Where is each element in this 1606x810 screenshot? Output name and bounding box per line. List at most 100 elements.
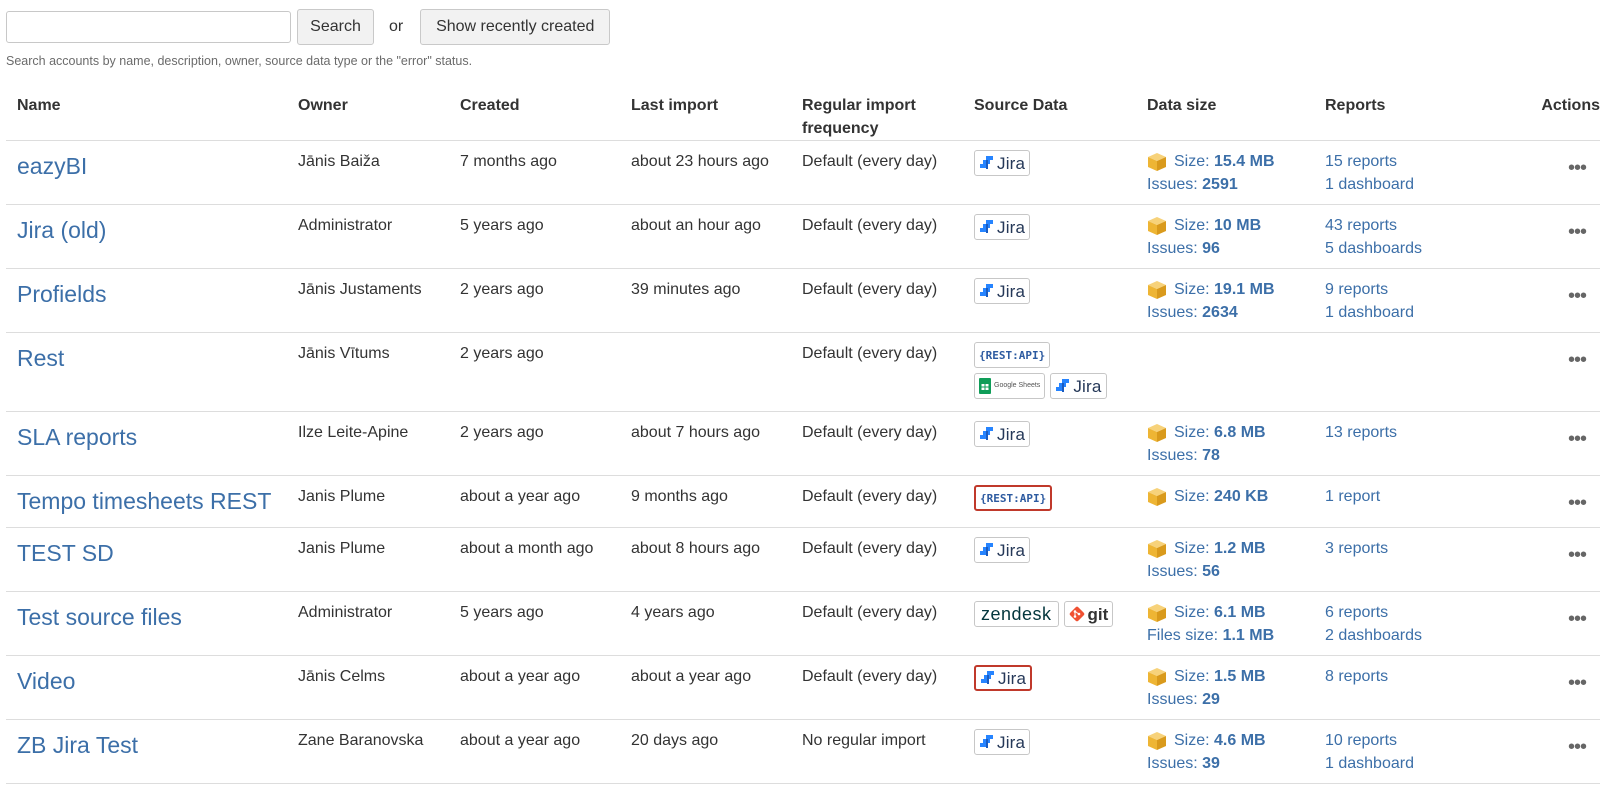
source-data: Jira	[974, 528, 1124, 563]
dashboards-link[interactable]: 1 dashboard	[1325, 173, 1480, 196]
source-data: Jira	[974, 720, 1124, 755]
size-value: 6.8 MB	[1214, 424, 1266, 441]
reports-link[interactable]: 3 reports	[1325, 537, 1480, 560]
size-label: Size:	[1174, 217, 1210, 234]
search-input[interactable]	[6, 11, 291, 43]
dashboards-link[interactable]: 1 dashboard	[1325, 301, 1480, 324]
source-badge-jira[interactable]: Jira	[974, 278, 1031, 304]
table-row: Jira (old) Administrator 5 years ago about …	[6, 204, 1600, 269]
ellipsis-icon[interactable]: •••	[1480, 333, 1600, 372]
import-frequency: Default (every day)	[802, 424, 938, 441]
source-badge-jira[interactable]: Jira	[974, 665, 1033, 691]
jira-logo-icon	[980, 543, 993, 556]
data-count: Issues: 39	[1147, 752, 1325, 775]
table-row: Rest Jānis Vītums 2 years ago Default (ever…	[6, 332, 1600, 412]
account-name-link[interactable]: eazyBI	[17, 152, 87, 180]
source-badge-jira[interactable]: Jira	[974, 150, 1031, 176]
source-badge-rest-api[interactable]: {REST:API}	[974, 342, 1051, 368]
account-name-link[interactable]: ZB Jira Test	[17, 731, 138, 759]
ellipsis-icon[interactable]: •••	[1480, 592, 1600, 631]
table-row: eazyBI Jānis Baiža 7 months ago about 23 ho…	[6, 140, 1600, 205]
search-toolbar: Search or Show recently created	[6, 9, 611, 45]
reports-link[interactable]: 8 reports	[1325, 665, 1480, 688]
last-import: 20 days ago	[631, 732, 719, 749]
column-header-owner[interactable]: Owner	[298, 84, 460, 141]
import-frequency: Default (every day)	[802, 540, 938, 557]
ellipsis-icon[interactable]: •••	[1480, 476, 1600, 515]
reports-link[interactable]: 13 reports	[1325, 421, 1480, 444]
column-header-created[interactable]: Created	[460, 84, 631, 141]
dashboards-link[interactable]: 5 dashboards	[1325, 237, 1480, 260]
account-name-link[interactable]: TEST SD	[17, 539, 114, 567]
reports-link[interactable]: 1 report	[1325, 485, 1480, 508]
count-label: Issues:	[1147, 691, 1198, 708]
ellipsis-icon[interactable]: •••	[1480, 412, 1600, 451]
data-size: Size: 6.1 MB	[1147, 601, 1325, 624]
account-name-link[interactable]: Jira (old)	[17, 216, 106, 244]
data-count: Issues: 2634	[1147, 301, 1325, 324]
source-badge-git[interactable]: git	[1063, 601, 1114, 627]
data-size: Size: 1.5 MB	[1147, 665, 1325, 688]
size-value: 1.2 MB	[1214, 540, 1266, 557]
source-badge-jira[interactable]: Jira	[974, 537, 1031, 563]
source-badge-jira[interactable]: Jira	[974, 214, 1031, 240]
source-data: Jira	[974, 141, 1124, 176]
account-name-link[interactable]: Rest	[17, 344, 64, 372]
size-label: Size:	[1174, 732, 1210, 749]
dashboards-link[interactable]: 2 dashboards	[1325, 624, 1480, 647]
cube-icon	[1148, 423, 1166, 442]
account-name-link[interactable]: Profields	[17, 280, 106, 308]
source-badge-jira[interactable]: Jira	[974, 729, 1031, 755]
count-value: 2591	[1202, 176, 1238, 193]
ellipsis-icon[interactable]: •••	[1480, 269, 1600, 308]
or-label: or	[389, 18, 404, 35]
source-badge-jira[interactable]: Jira	[1050, 373, 1107, 399]
reports-link[interactable]: 43 reports	[1325, 214, 1480, 237]
account-name-link[interactable]: Video	[17, 667, 75, 695]
reports-link[interactable]: 15 reports	[1325, 150, 1480, 173]
source-badge-label: Jira	[998, 668, 1027, 688]
google-sheets-icon	[979, 378, 991, 394]
last-import: about a year ago	[631, 668, 752, 685]
source-badge-label: Google Sheets	[994, 382, 1041, 389]
created: 7 months ago	[460, 153, 557, 170]
reports-link[interactable]: 10 reports	[1325, 729, 1480, 752]
column-header-name[interactable]: Name	[6, 84, 298, 141]
count-label: Files size:	[1147, 627, 1219, 644]
created: 2 years ago	[460, 281, 544, 298]
ellipsis-icon[interactable]: •••	[1480, 141, 1600, 180]
column-header-last-import[interactable]: Last import	[631, 84, 802, 141]
account-name-link[interactable]: SLA reports	[17, 423, 137, 451]
search-button[interactable]: Search	[297, 9, 374, 45]
table-row: ZB Jira Test Zane Baranovska about a year …	[6, 719, 1600, 784]
size-value: 6.1 MB	[1214, 604, 1266, 621]
table-row: Profields Jānis Justaments 2 years ago 39 m…	[6, 268, 1600, 333]
cube-icon	[1148, 280, 1166, 299]
reports-link[interactable]: 9 reports	[1325, 278, 1480, 301]
dashboards-link[interactable]: 1 dashboard	[1325, 752, 1480, 775]
data-size: Size: 19.1 MB	[1147, 278, 1325, 301]
ellipsis-icon[interactable]: •••	[1480, 205, 1600, 244]
ellipsis-icon[interactable]: •••	[1480, 656, 1600, 695]
source-badge-zendesk[interactable]: zendesk	[974, 601, 1059, 627]
source-data: Jira	[974, 412, 1124, 447]
show-recently-created-button[interactable]: Show recently created	[420, 9, 611, 45]
source-badge-jira[interactable]: Jira	[974, 421, 1031, 447]
created: about a month ago	[460, 540, 594, 557]
reports-link[interactable]: 6 reports	[1325, 601, 1480, 624]
account-name-link[interactable]: Test source files	[17, 603, 182, 631]
column-header-data-size[interactable]: Data size	[1147, 84, 1325, 141]
import-frequency: Default (every day)	[802, 604, 938, 621]
jira-logo-icon	[980, 735, 993, 748]
cube-icon	[1148, 539, 1166, 558]
source-badge-rest-api[interactable]: {REST:API}	[974, 485, 1053, 511]
cube-icon	[1148, 603, 1166, 622]
table-row: Test source files Administrator 5 years ag…	[6, 591, 1600, 656]
source-badge-google-sheets[interactable]: Google Sheets	[974, 373, 1046, 399]
ellipsis-icon[interactable]: •••	[1480, 528, 1600, 567]
account-name-link[interactable]: Tempo timesheets REST	[17, 487, 271, 515]
count-label: Issues:	[1147, 755, 1198, 772]
owner: Jānis Justaments	[298, 281, 422, 298]
ellipsis-icon[interactable]: •••	[1480, 720, 1600, 759]
cube-icon	[1148, 216, 1166, 235]
